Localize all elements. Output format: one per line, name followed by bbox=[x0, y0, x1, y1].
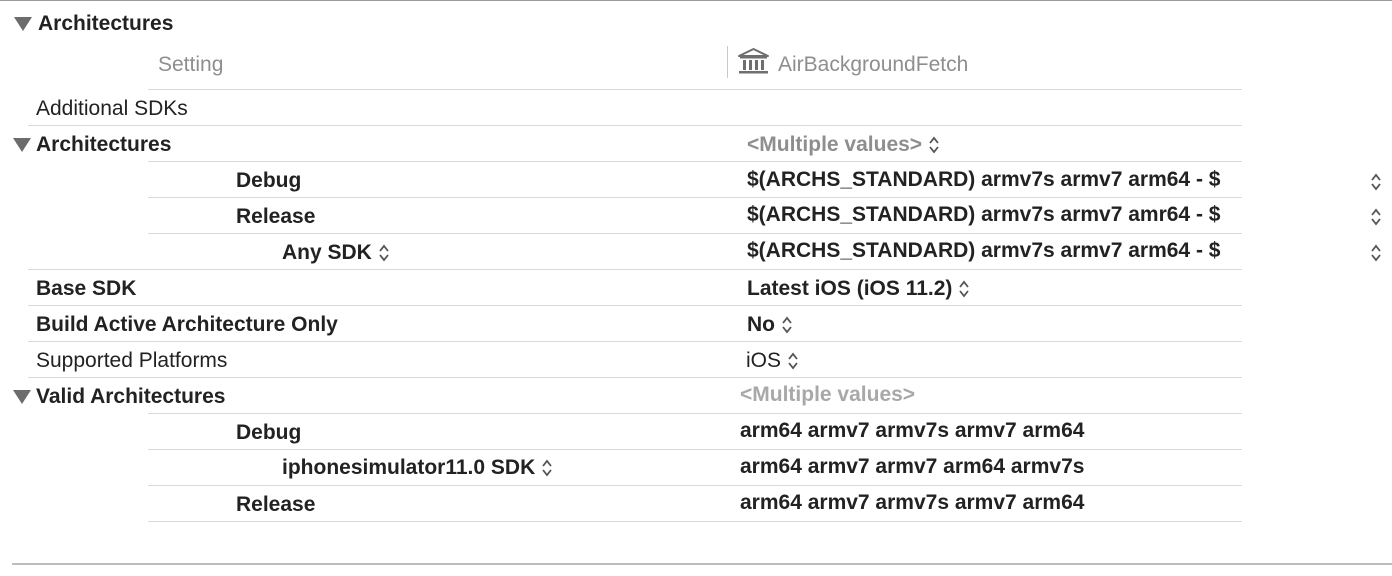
build-active-architecture-only-value[interactable]: No bbox=[747, 312, 793, 338]
architectures-any-sdk-value[interactable]: $(ARCHS_STANDARD) armv7s armv7 arm64 - $ bbox=[747, 238, 1220, 264]
row-divider bbox=[28, 341, 1242, 342]
valid-architectures-multiple-values[interactable]: <Multiple values> bbox=[740, 382, 915, 408]
chevron-up-down-icon[interactable] bbox=[1370, 172, 1382, 192]
config-label-debug[interactable]: Debug bbox=[236, 168, 301, 194]
sdk-selector-iphonesimulator[interactable]: iphonesimulator11.0 SDK bbox=[282, 455, 553, 481]
row-divider bbox=[28, 125, 1242, 126]
section-disclosure-triangle-icon[interactable] bbox=[14, 17, 32, 31]
base-sdk-value-text: Latest iOS (iOS 11.2) bbox=[747, 277, 953, 300]
valid-architectures-disclosure-triangle-icon[interactable] bbox=[13, 390, 31, 404]
column-separator bbox=[727, 46, 728, 78]
valid-architectures-release-value[interactable]: arm64 armv7 armv7s armv7 arm64 bbox=[740, 490, 1084, 516]
row-divider bbox=[148, 449, 1242, 450]
top-divider bbox=[0, 0, 1392, 1]
row-divider bbox=[148, 233, 1242, 234]
chevron-up-down-icon[interactable] bbox=[1370, 207, 1382, 227]
setting-label-valid-architectures[interactable]: Valid Architectures bbox=[36, 384, 225, 410]
multiple-values-text: <Multiple values> bbox=[747, 133, 923, 156]
row-divider bbox=[148, 161, 1242, 162]
base-sdk-value[interactable]: Latest iOS (iOS 11.2) bbox=[747, 276, 970, 302]
row-divider bbox=[148, 197, 1242, 198]
row-divider bbox=[28, 305, 1242, 306]
setting-label-additional-sdks[interactable]: Additional SDKs bbox=[36, 96, 188, 122]
row-divider bbox=[148, 413, 1242, 414]
chevron-up-down-icon[interactable] bbox=[541, 458, 553, 478]
valid-architectures-iphonesimulator-value[interactable]: arm64 armv7 armv7 arm64 armv7s bbox=[740, 454, 1084, 480]
chevron-up-down-icon[interactable] bbox=[378, 243, 390, 263]
sdk-selector-any-sdk[interactable]: Any SDK bbox=[282, 240, 390, 266]
chevron-up-down-icon[interactable] bbox=[958, 279, 970, 299]
chevron-up-down-icon[interactable] bbox=[781, 315, 793, 335]
build-settings-panel: Architectures Setting AirBackgroundFetch… bbox=[0, 0, 1392, 576]
architectures-disclosure-triangle-icon[interactable] bbox=[13, 138, 31, 152]
setting-column-header[interactable]: Setting bbox=[158, 52, 223, 78]
chevron-up-down-icon[interactable] bbox=[787, 351, 799, 371]
build-active-architecture-only-value-text: No bbox=[747, 313, 775, 336]
setting-label-architectures[interactable]: Architectures bbox=[36, 132, 171, 158]
architectures-release-value[interactable]: $(ARCHS_STANDARD) armv7s armv7 amr64 - $ bbox=[747, 202, 1220, 228]
supported-platforms-value-text: iOS bbox=[746, 349, 782, 372]
architectures-debug-value[interactable]: $(ARCHS_STANDARD) armv7s armv7 arm64 - $ bbox=[747, 167, 1220, 193]
setting-label-base-sdk[interactable]: Base SDK bbox=[36, 276, 136, 302]
chevron-up-down-icon[interactable] bbox=[1370, 243, 1382, 263]
row-divider bbox=[28, 269, 1242, 270]
sdk-label-iphonesimulator: iphonesimulator11.0 SDK bbox=[282, 456, 536, 479]
row-divider bbox=[148, 485, 1242, 486]
row-divider bbox=[148, 521, 1242, 522]
config-label-release[interactable]: Release bbox=[236, 492, 315, 518]
config-label-debug[interactable]: Debug bbox=[236, 420, 301, 446]
setting-label-build-active-architecture-only[interactable]: Build Active Architecture Only bbox=[36, 312, 338, 338]
setting-label-supported-platforms[interactable]: Supported Platforms bbox=[36, 348, 227, 374]
architectures-multiple-values[interactable]: <Multiple values> bbox=[747, 132, 940, 158]
row-divider bbox=[148, 89, 1242, 90]
supported-platforms-value[interactable]: iOS bbox=[746, 348, 799, 374]
config-label-release[interactable]: Release bbox=[236, 204, 315, 230]
sdk-label-any-sdk: Any SDK bbox=[282, 241, 372, 264]
row-divider bbox=[28, 377, 1242, 378]
chevron-up-down-icon[interactable] bbox=[928, 135, 940, 155]
target-column-header[interactable]: AirBackgroundFetch bbox=[778, 52, 968, 78]
valid-architectures-debug-value[interactable]: arm64 armv7 armv7s armv7 arm64 bbox=[740, 418, 1084, 444]
section-title: Architectures bbox=[38, 12, 174, 35]
bottom-divider bbox=[12, 563, 1392, 565]
building-columns-icon bbox=[738, 48, 769, 74]
